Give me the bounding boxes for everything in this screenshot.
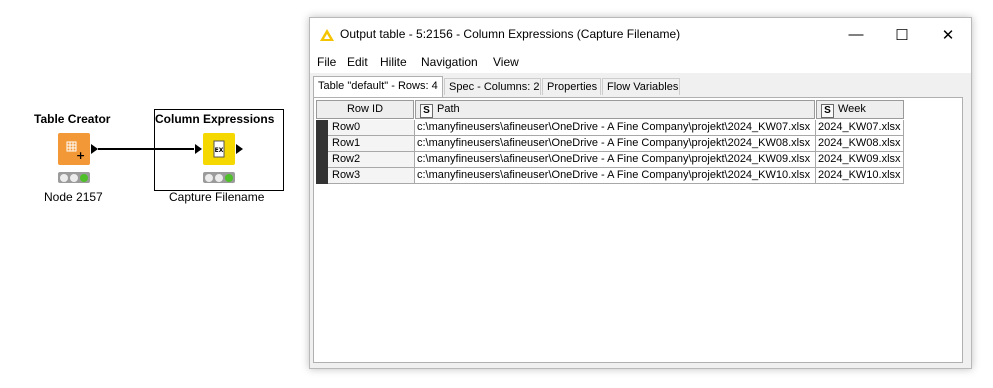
menu-file[interactable]: File	[317, 55, 336, 69]
svg-text:+: +	[76, 149, 85, 162]
row-id-cell[interactable]: Row2	[316, 152, 415, 168]
menu-view[interactable]: View	[493, 55, 519, 69]
week-cell[interactable]: 2024_KW09.xlsx	[816, 152, 904, 168]
row-id-cell[interactable]: Row1	[316, 136, 415, 152]
node-status-indicator	[58, 172, 90, 183]
row-id-cell[interactable]: Row0	[316, 120, 415, 136]
input-port-column-expressions[interactable]	[195, 144, 202, 154]
tab-table-default[interactable]: Table "default" - Rows: 4	[313, 76, 443, 97]
path-cell[interactable]: c:\manyfineusers\afineuser\OneDrive - A …	[415, 168, 816, 184]
row-marker	[316, 120, 328, 136]
column-header-path[interactable]: S Path	[415, 100, 815, 119]
column-header-week[interactable]: S Week	[816, 100, 904, 119]
node-title-table-creator: Table Creator	[34, 112, 111, 126]
path-cell[interactable]: c:\manyfineusers\afineuser\OneDrive - A …	[415, 120, 816, 136]
output-port-column-expressions[interactable]	[236, 144, 243, 154]
row-id-header[interactable]: Row ID	[316, 100, 414, 119]
column-name-week: Week	[838, 103, 866, 115]
row-marker	[316, 152, 328, 168]
row-marker	[316, 136, 328, 152]
close-button[interactable]: ✕	[925, 18, 971, 51]
tab-properties[interactable]: Properties	[542, 78, 601, 95]
node-label-column-expressions[interactable]: Capture Filename	[169, 190, 264, 204]
week-cell[interactable]: 2024_KW10.xlsx	[816, 168, 904, 184]
knime-app-icon	[320, 29, 334, 41]
node-label-table-creator[interactable]: Node 2157	[44, 190, 103, 204]
svg-text:EX: EX	[215, 147, 224, 154]
maximize-button[interactable]: ☐	[879, 18, 925, 51]
table-view: Row ID S Path S Week Row0 c:\manyfineusers…	[313, 97, 963, 363]
node-status-indicator	[203, 172, 235, 183]
string-type-icon: S	[821, 104, 834, 118]
output-table-window: Output table - 5:2156 - Column Expressio…	[309, 17, 972, 369]
menu-edit[interactable]: Edit	[347, 55, 368, 69]
table-grid-icon: +	[66, 141, 85, 162]
column-name-path: Path	[437, 103, 460, 115]
table-creator-node[interactable]: +	[58, 133, 90, 165]
window-titlebar[interactable]: Output table - 5:2156 - Column Expressio…	[310, 18, 971, 51]
menu-navigation[interactable]: Navigation	[421, 55, 478, 69]
output-port-table-creator[interactable]	[91, 144, 98, 154]
node-title-column-expressions: Column Expressions	[155, 112, 275, 126]
path-cell[interactable]: c:\manyfineusers\afineuser\OneDrive - A …	[415, 136, 816, 152]
week-cell[interactable]: 2024_KW07.xlsx	[816, 120, 904, 136]
menu-hilite[interactable]: Hilite	[380, 55, 407, 69]
row-id-cell[interactable]: Row3	[316, 168, 415, 184]
string-type-icon: S	[420, 104, 433, 118]
path-cell[interactable]: c:\manyfineusers\afineuser\OneDrive - A …	[415, 152, 816, 168]
column-expressions-node[interactable]: EX	[203, 133, 235, 165]
tab-flow-variables[interactable]: Flow Variables	[602, 78, 680, 95]
menu-bar: File Edit Hilite Navigation View	[310, 51, 971, 73]
tab-spec-columns[interactable]: Spec - Columns: 2	[444, 78, 541, 95]
expression-icon: EX	[213, 140, 225, 158]
window-title: Output table - 5:2156 - Column Expressio…	[340, 27, 681, 41]
week-cell[interactable]: 2024_KW08.xlsx	[816, 136, 904, 152]
minimize-button[interactable]: —	[833, 18, 879, 51]
row-marker	[316, 168, 328, 184]
